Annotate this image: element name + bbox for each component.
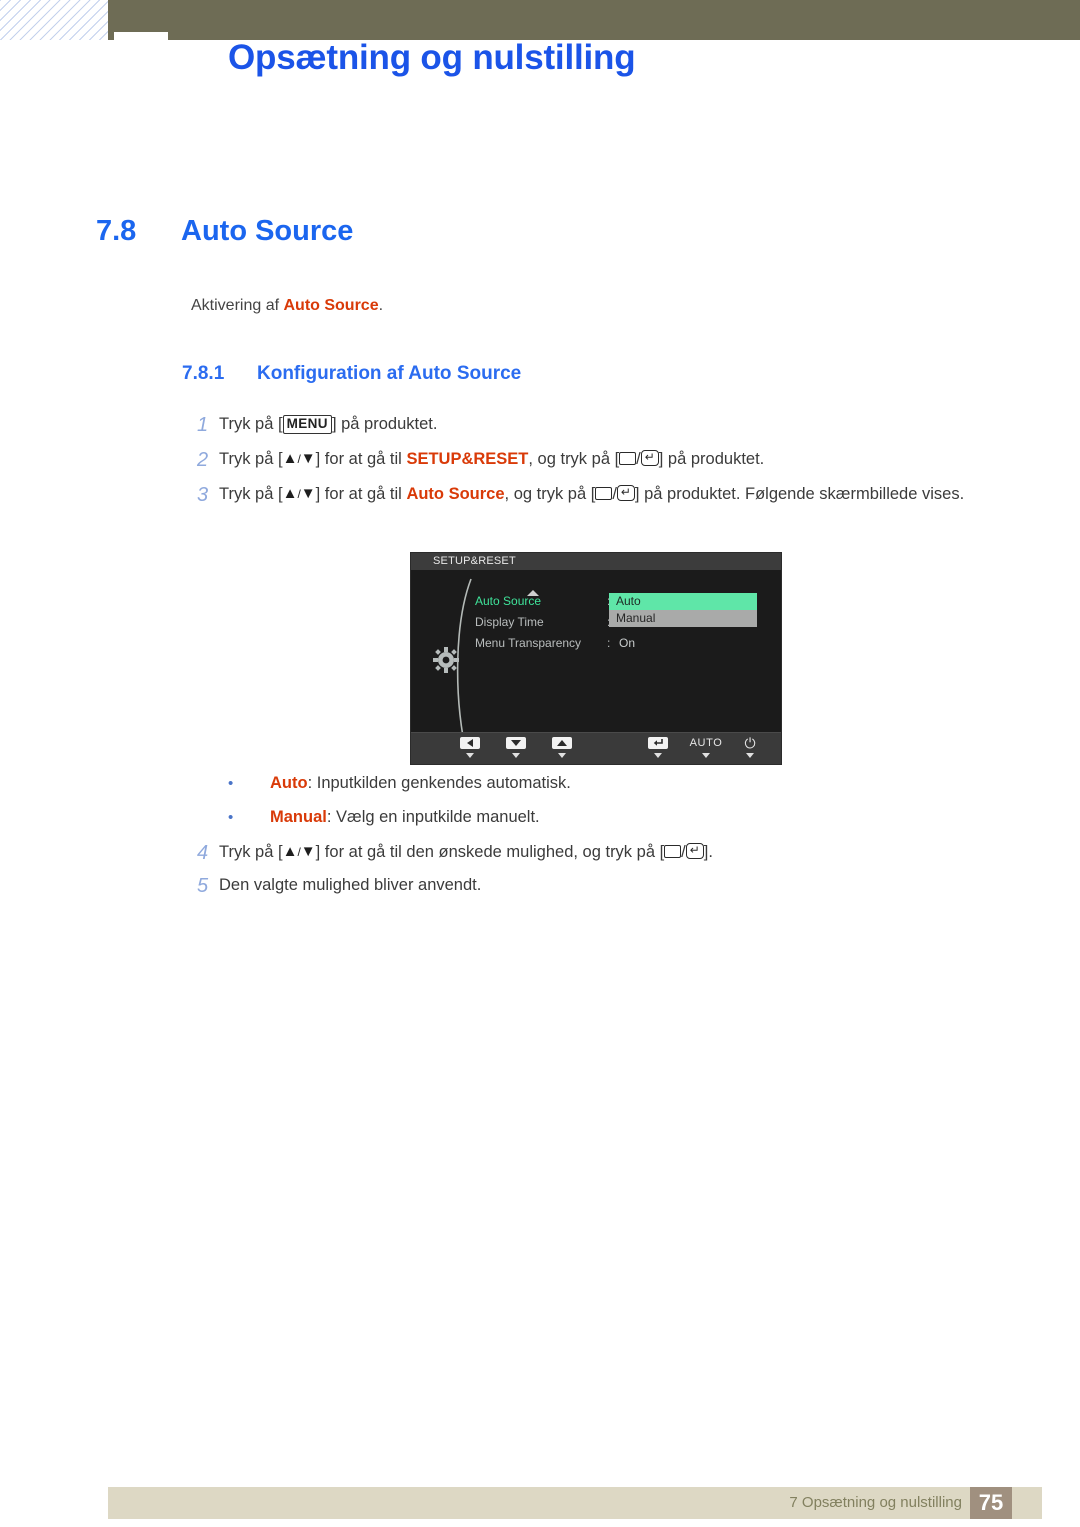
bullet-desc: : Inputkilden genkendes automatisk.	[307, 774, 571, 792]
osd-dropdown-auto-source[interactable]: Auto Manual	[609, 593, 757, 627]
intro-suffix: .	[378, 297, 384, 314]
source-key-icon	[664, 845, 682, 858]
osd-button-auto-label: AUTO	[689, 737, 723, 749]
intro-keyword: Auto Source	[283, 297, 379, 314]
source-key-icon	[595, 487, 613, 500]
bullet-text: Auto: Inputkilden genkendes automatisk.	[270, 774, 571, 794]
header-olive-notch-left	[108, 32, 114, 40]
caret-down-icon	[746, 753, 754, 758]
osd-row-colon-2: :	[607, 636, 611, 650]
source-key-icon	[619, 452, 637, 465]
osd-titlebar: SETUP&RESET	[411, 553, 781, 570]
step-item: 4 Tryk på [▲/▼] for at gå til den ønsked…	[186, 840, 713, 867]
step-number: 3	[197, 484, 209, 506]
step-text: Tryk på [▲/▼] for at gå til Auto Source,…	[219, 482, 964, 509]
step-text: Den valgte mulighed bliver anvendt.	[219, 876, 482, 894]
step-item: 2 Tryk på [▲/▼] for at gå til SETUP&RESE…	[186, 447, 764, 474]
down-arrow-icon	[506, 737, 526, 749]
step-number: 5	[197, 875, 209, 897]
intro-prefix: Aktivering af	[191, 297, 284, 314]
step-number: 4	[197, 842, 209, 864]
section-title: Auto Source	[181, 215, 354, 247]
up-down-key-glyph: ▲/▼	[282, 450, 316, 467]
osd-button-enter[interactable]	[643, 737, 673, 758]
step-number: 1	[197, 414, 209, 436]
page-title: Opsætning og nulstilling	[228, 38, 636, 77]
left-arrow-icon	[460, 737, 480, 749]
caret-down-icon	[654, 753, 662, 758]
bullet-term: Auto	[270, 774, 308, 792]
section-number: 7.8	[96, 215, 137, 247]
osd-option-auto[interactable]: Auto	[609, 593, 757, 610]
footer-page-number: 75	[970, 1487, 1012, 1519]
osd-row-value-menu-transparency: On	[619, 636, 636, 650]
up-down-key-glyph: ▲/▼	[282, 843, 316, 860]
bullet-marker: •	[228, 809, 234, 826]
step-item: 5 Den valgte mulighed bliver anvendt.	[186, 873, 481, 900]
inline-keyword: SETUP&RESET	[406, 450, 529, 468]
osd-button-power[interactable]: ⏻	[735, 735, 765, 758]
page-footer: 7 Opsætning og nulstilling 75	[108, 1487, 1042, 1519]
section-intro: Aktivering af Auto Source.	[191, 297, 383, 315]
bullet-item: • Manual: Vælg en inputkilde manuelt.	[228, 808, 540, 828]
caret-down-icon	[512, 753, 520, 758]
enter-key-icon: ↵	[640, 450, 659, 466]
bullet-item: • Auto: Inputkilden genkendes automatisk…	[228, 774, 571, 794]
osd-button-left[interactable]	[455, 737, 485, 758]
osd-button-bar: AUTO ⏻	[411, 732, 781, 764]
section-heading: 7.8 Auto Source	[96, 215, 353, 248]
step-number: 2	[197, 449, 209, 471]
subsection-number: 7.8.1	[182, 363, 225, 384]
step-text: Tryk på [MENU] på produktet.	[219, 415, 438, 434]
subsection-heading: 7.8.1 Konfiguration af Auto Source	[182, 363, 521, 385]
osd-screenshot: SETUP&RESET Auto Source : Display Time :	[410, 552, 782, 765]
subsection-title: Konfiguration af Auto Source	[257, 363, 522, 384]
step-text: Tryk på [▲/▼] for at gå til SETUP&RESET,…	[219, 447, 764, 474]
enter-key-icon: ↵	[685, 843, 704, 859]
caret-down-icon	[702, 753, 710, 758]
enter-icon	[648, 737, 668, 749]
osd-row-label-auto-source[interactable]: Auto Source	[475, 594, 541, 608]
osd-button-auto[interactable]: AUTO	[685, 737, 727, 758]
power-icon: ⏻	[744, 735, 756, 751]
step-item: 3 Tryk på [▲/▼] for at gå til Auto Sourc…	[186, 482, 964, 509]
hatch-decoration	[0, 0, 112, 40]
step-text: Tryk på [▲/▼] for at gå til den ønskede …	[219, 840, 713, 867]
header-olive-bar	[108, 0, 1080, 32]
footer-chapter-label: 7 Opsætning og nulstilling	[789, 1494, 962, 1511]
step-item: 1 Tryk på [MENU] på produktet.	[186, 412, 437, 439]
up-arrow-icon	[552, 737, 572, 749]
osd-row-label-display-time[interactable]: Display Time	[475, 615, 544, 629]
bullet-marker: •	[228, 775, 234, 792]
osd-row-label-menu-transparency[interactable]: Menu Transparency	[475, 636, 581, 650]
up-down-key-glyph: ▲/▼	[282, 485, 316, 502]
gear-icon	[433, 647, 459, 673]
inline-keyword: Auto Source	[406, 485, 505, 503]
bullet-text: Manual: Vælg en inputkilde manuelt.	[270, 808, 540, 828]
menu-key-glyph: MENU	[282, 415, 332, 434]
bullet-desc: : Vælg en inputkilde manuelt.	[326, 808, 540, 826]
osd-option-manual[interactable]: Manual	[609, 610, 757, 627]
caret-down-icon	[466, 753, 474, 758]
page-header: Opsætning og nulstilling	[0, 0, 1080, 110]
enter-key-icon: ↵	[616, 485, 635, 501]
caret-down-icon	[558, 753, 566, 758]
osd-button-down[interactable]	[501, 737, 531, 758]
osd-button-up[interactable]	[547, 737, 577, 758]
bullet-term: Manual	[270, 808, 327, 826]
